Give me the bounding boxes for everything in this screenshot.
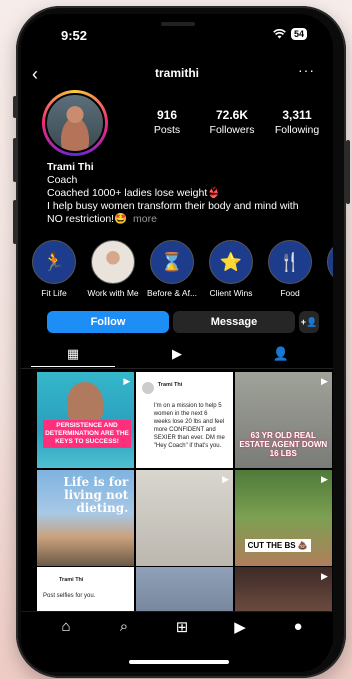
post-tile[interactable]: 63 YR OLD REAL ESTATE AGENT DOWN 16 LBS … — [234, 372, 332, 468]
profile-name: Trami Thi — [47, 161, 94, 173]
highlight-fit-life[interactable]: 🏃 Fit Life — [27, 240, 81, 298]
profile-stats: 916 Posts 72.6K Followers 3,311 Followin… — [137, 108, 327, 136]
home-indicator — [129, 660, 229, 664]
post-caption: Life is for living not dieting. — [63, 474, 129, 515]
stat-following[interactable]: 3,311 Following — [267, 108, 327, 136]
bio-line-1: Coached 1000+ ladies lose weight👙 — [47, 187, 221, 199]
highlight-work-with-me[interactable]: Work with Me — [86, 240, 140, 298]
volume-down-button — [13, 200, 17, 244]
bottom-nav: ⌂ ⌕ ⊞ ▶ ● — [21, 611, 333, 672]
post-tile[interactable]: PERSISTENCE AND DETERMINATION ARE THE KE… — [37, 372, 135, 468]
reel-icon: ▶ — [123, 376, 131, 386]
post-tile[interactable]: ▶ — [135, 469, 234, 566]
notch — [124, 14, 232, 42]
reel-icon: ▶ — [320, 376, 328, 386]
post-caption: PERSISTENCE AND DETERMINATION ARE THE KE… — [43, 420, 131, 448]
reels-tab-icon[interactable]: ▶ — [125, 346, 229, 362]
highlight-food[interactable]: 🍴 Food — [263, 240, 317, 298]
status-icons: 54 — [273, 28, 307, 40]
reel-icon: ▶ — [320, 473, 328, 484]
star-chat-icon: ⭐ — [209, 240, 253, 284]
highlight-label: Client Wins — [209, 288, 253, 298]
highlight-label: Fit Life — [41, 288, 67, 298]
highlight-label: Before & Af... — [146, 288, 198, 298]
power-button — [346, 140, 350, 204]
fork-knife-icon: 🍴 — [268, 240, 312, 284]
partial-highlight-icon — [327, 240, 333, 284]
profile-actions: Follow Message +👤 — [47, 311, 319, 333]
screen: 9:52 54 ‹ tramithi ··· 916 Posts 72.6K F… — [21, 14, 333, 672]
post-tile[interactable]: Life is for living not dieting. — [37, 469, 135, 566]
status-time: 9:52 — [61, 28, 88, 43]
reels-icon[interactable]: ▶ — [225, 618, 255, 636]
highlight-partial[interactable] — [322, 240, 333, 284]
hourglass-icon: ⌛ — [150, 240, 194, 284]
stat-posts[interactable]: 916 Posts — [137, 108, 197, 136]
highlight-label: Work with Me — [87, 288, 139, 298]
work-with-me-photo — [91, 240, 135, 284]
post-caption: CUT THE BS 💩 — [244, 538, 311, 552]
following-count: 3,311 — [282, 108, 312, 122]
author-avatar — [141, 382, 154, 394]
highlight-client-wins[interactable]: ⭐ Client Wins — [204, 240, 258, 298]
mute-switch — [13, 96, 17, 118]
following-label: Following — [274, 124, 320, 136]
post-author: Trami Thi — [157, 382, 183, 388]
followers-label: Followers — [209, 124, 255, 136]
post-photo — [67, 382, 103, 422]
add-user-icon[interactable]: +👤 — [299, 311, 319, 333]
post-tile[interactable]: Trami Thi I'm on a mission to help 5 wom… — [135, 372, 234, 468]
avatar[interactable] — [42, 90, 108, 156]
carousel-icon: ▶ — [222, 473, 230, 484]
message-button[interactable]: Message — [173, 311, 295, 333]
username-title: tramithi — [154, 66, 199, 80]
bio-more-link[interactable]: more — [133, 213, 157, 225]
follow-button[interactable]: Follow — [47, 311, 169, 333]
profile-bio: Trami Thi Coach Coached 1000+ ladies los… — [47, 161, 317, 226]
create-icon[interactable]: ⊞ — [167, 618, 197, 636]
bio-line-2: I help busy women transform their body a… — [47, 200, 299, 225]
profile-header: ‹ tramithi ··· — [21, 62, 333, 86]
followers-count: 72.6K — [215, 108, 249, 122]
stat-followers[interactable]: 72.6K Followers — [202, 108, 262, 136]
profile-nav-icon[interactable]: ● — [283, 618, 313, 635]
more-options-icon[interactable]: ··· — [298, 62, 315, 78]
search-icon[interactable]: ⌕ — [109, 618, 139, 635]
tagged-icon[interactable]: 👤 — [229, 346, 333, 362]
grid-icon[interactable]: ▦ — [21, 346, 125, 367]
battery-indicator: 54 — [290, 28, 307, 40]
home-icon[interactable]: ⌂ — [51, 618, 81, 635]
volume-up-button — [13, 138, 17, 182]
profile-category: Coach — [47, 174, 78, 186]
post-tile[interactable]: CUT THE BS 💩 ▶ — [234, 469, 332, 566]
wifi-icon — [273, 29, 286, 39]
story-highlights: 🏃 Fit Life Work with Me ⌛ Before & Af...… — [21, 240, 333, 302]
avatar-photo — [45, 93, 105, 153]
post-text: I'm on a mission to help 5 women in the … — [153, 403, 225, 449]
post-caption: 63 YR OLD REAL ESTATE AGENT DOWN 16 LBS — [239, 431, 328, 458]
post-text: Post selfies for you. — [43, 593, 96, 599]
highlight-before-after[interactable]: ⌛ Before & Af... — [145, 240, 199, 298]
profile-tabs: ▦ ▶ 👤 — [21, 342, 333, 369]
highlight-label: Food — [280, 288, 300, 298]
post-author: Trami Thi — [59, 577, 84, 583]
fit-life-icon: 🏃 — [32, 240, 76, 284]
reel-icon: ▶ — [320, 571, 328, 581]
posts-label: Posts — [153, 124, 181, 136]
posts-count: 916 — [156, 108, 178, 122]
